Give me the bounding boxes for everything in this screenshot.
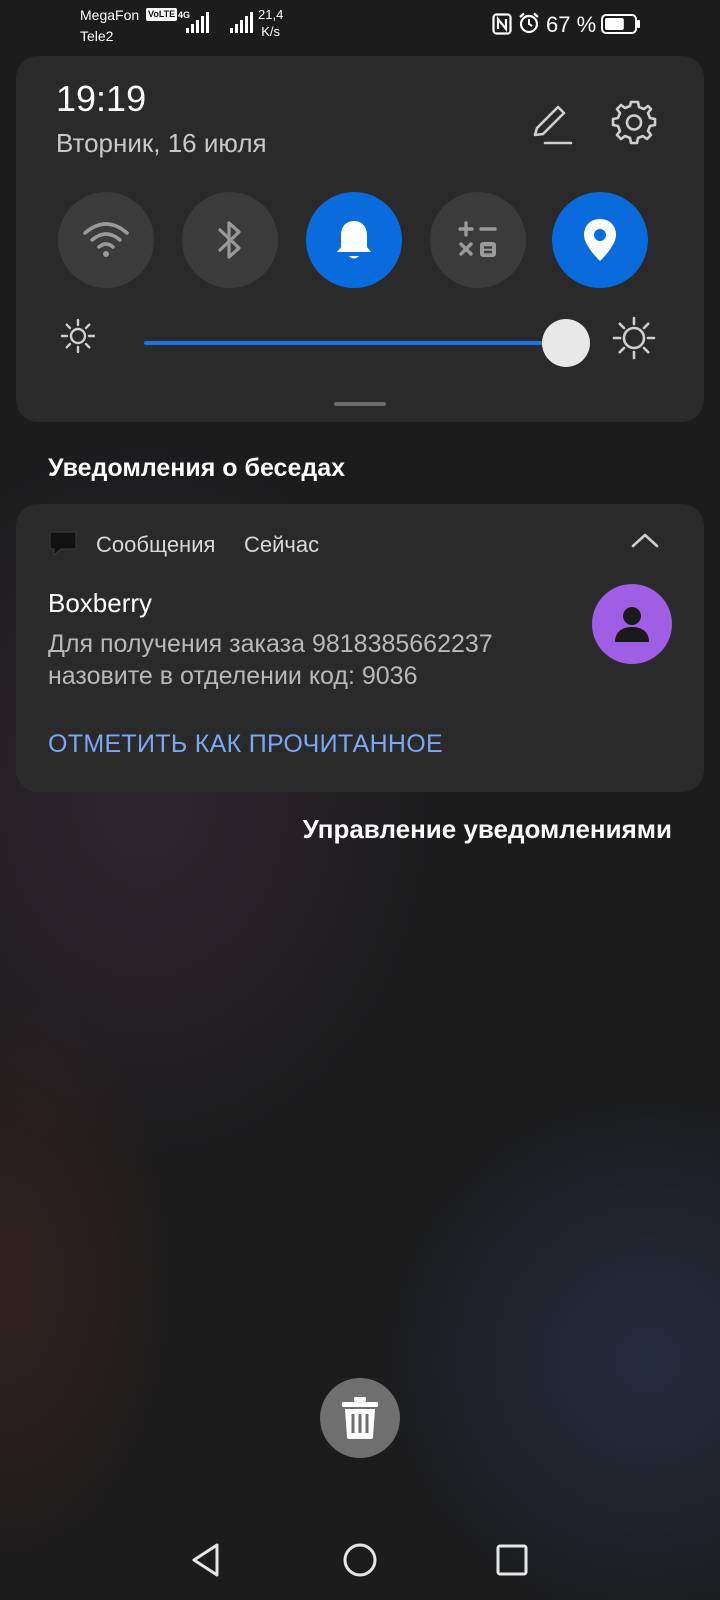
date-label: Вторник, 16 июля bbox=[56, 128, 267, 158]
person-icon bbox=[615, 607, 649, 642]
carrier-2-name: Tele2 bbox=[80, 28, 114, 44]
recents-icon bbox=[496, 1544, 528, 1576]
battery-percentage: 67 % bbox=[546, 12, 597, 37]
notification-card[interactable]: Сообщения Сейчас Boxberry Для получения … bbox=[16, 504, 704, 792]
home-icon bbox=[343, 1543, 377, 1577]
notification-time: Сейчас bbox=[244, 532, 320, 557]
status-bar: MegaFon VoLTE 4G Tele2 21,4 K/s 67 % bbox=[0, 0, 720, 48]
bluetooth-tile[interactable] bbox=[182, 192, 278, 288]
trash-icon bbox=[342, 1397, 378, 1439]
brightness-slider-fill bbox=[144, 341, 567, 345]
section-title: Уведомления о беседах bbox=[48, 454, 346, 482]
clear-all-button[interactable] bbox=[320, 1378, 400, 1458]
volte-badge: VoLTE bbox=[146, 8, 178, 21]
pencil-icon bbox=[533, 105, 573, 145]
edit-tiles-button[interactable] bbox=[522, 96, 578, 152]
carrier-1-name: MegaFon bbox=[80, 7, 140, 23]
notification-sender: Boxberry bbox=[48, 588, 153, 618]
sound-tile[interactable] bbox=[306, 192, 402, 288]
nfc-icon bbox=[492, 13, 512, 35]
recents-button[interactable] bbox=[482, 1532, 542, 1588]
wifi-icon bbox=[83, 222, 129, 257]
alarm-icon bbox=[519, 12, 539, 34]
bluetooth-icon bbox=[218, 221, 241, 259]
mark-as-read-button[interactable]: ОТМЕТИТЬ КАК ПРОЧИТАННОЕ bbox=[48, 730, 443, 759]
back-button[interactable] bbox=[176, 1532, 236, 1588]
network-speed: 21,4 K/s bbox=[258, 6, 283, 40]
battery-icon bbox=[601, 14, 640, 34]
brightness-slider-thumb[interactable] bbox=[542, 319, 591, 367]
calculator-tile[interactable] bbox=[430, 192, 526, 288]
navigation-bar bbox=[0, 1520, 720, 1600]
avatar bbox=[592, 584, 672, 664]
bell-icon bbox=[337, 221, 371, 259]
messages-app-icon bbox=[49, 531, 77, 557]
signal-icon bbox=[186, 12, 209, 33]
wifi-tile[interactable] bbox=[58, 192, 154, 288]
location-tile[interactable] bbox=[552, 192, 648, 288]
gear-icon bbox=[611, 100, 657, 145]
back-icon bbox=[192, 1543, 219, 1577]
brightness-high-icon bbox=[612, 316, 656, 360]
quick-settings-panel: 19:19 Вторник, 16 июля bbox=[16, 56, 704, 422]
signal-icon bbox=[230, 12, 253, 33]
manage-notifications-link[interactable]: Управление уведомлениями bbox=[303, 814, 672, 845]
network-speed-unit: K/s bbox=[261, 24, 281, 39]
brightness-slider[interactable] bbox=[144, 319, 591, 367]
chevron-up-icon[interactable] bbox=[630, 530, 660, 550]
notification-app-name: Сообщения bbox=[96, 532, 216, 557]
settings-button[interactable] bbox=[606, 94, 662, 150]
clock-time: 19:19 bbox=[56, 78, 147, 119]
home-button[interactable] bbox=[330, 1532, 390, 1588]
brightness-low-icon bbox=[60, 318, 96, 354]
network-speed-value: 21,4 bbox=[258, 7, 284, 22]
panel-expand-handle[interactable] bbox=[334, 402, 386, 406]
calculator-icon bbox=[458, 221, 497, 257]
location-icon bbox=[584, 219, 616, 261]
notification-message: Для получения заказа 9818385662237 назов… bbox=[48, 630, 493, 690]
